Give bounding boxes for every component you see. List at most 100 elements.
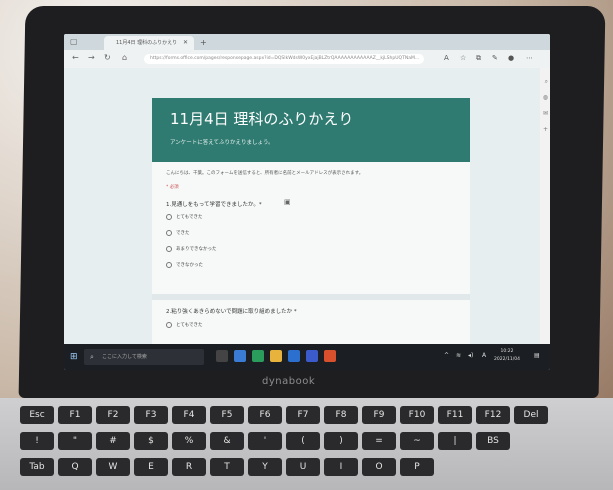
key[interactable]: "	[58, 432, 92, 450]
key[interactable]: R	[172, 458, 206, 476]
windows-start-icon[interactable]: ⊞	[70, 352, 78, 362]
key[interactable]: =	[362, 432, 396, 450]
key[interactable]: O	[362, 458, 396, 476]
key[interactable]: F2	[96, 406, 130, 424]
key[interactable]: F4	[172, 406, 206, 424]
more-menu-icon[interactable]: ⋯	[526, 54, 533, 62]
tab-title: 11月4日 理科のふりかえり	[116, 40, 178, 46]
radio-icon[interactable]	[166, 246, 172, 252]
option-label: できた	[176, 231, 190, 236]
radio-icon[interactable]	[166, 230, 172, 236]
chrome-icon[interactable]	[324, 350, 336, 362]
required-label: * 必須	[166, 185, 179, 190]
mail-icon[interactable]	[306, 350, 318, 362]
key[interactable]: (	[286, 432, 320, 450]
key[interactable]: Tab	[20, 458, 54, 476]
question-divider	[152, 294, 470, 300]
forward-icon[interactable]: →	[88, 53, 95, 62]
key[interactable]: F8	[324, 406, 358, 424]
search-icon: ⌕	[90, 353, 94, 361]
laptop-keyboard: Esc F1 F2 F3 F4 F5 F6 F7 F8 F9 F10 F11 F…	[0, 398, 613, 490]
form-notice: こんにちは、千葉。このフォームを送信すると、所有者に名前とメールアドレスが表示さ…	[166, 171, 364, 176]
key[interactable]: '	[248, 432, 282, 450]
key[interactable]: W	[96, 458, 130, 476]
q1-option-4[interactable]: できなかった	[166, 262, 203, 268]
home-icon[interactable]: ⌂	[122, 53, 127, 62]
profile-icon[interactable]: ●	[508, 54, 514, 62]
key-row-letters: Tab Q W E R T Y U I O P	[0, 458, 613, 480]
office-icon[interactable]: ◍	[543, 94, 548, 101]
refresh-icon[interactable]: ↻	[104, 53, 111, 62]
task-view-icon[interactable]	[216, 350, 228, 362]
search-icon[interactable]: ⌕	[545, 78, 548, 86]
key[interactable]: P	[400, 458, 434, 476]
key[interactable]: E	[134, 458, 168, 476]
key[interactable]: $	[134, 432, 168, 450]
edge-icon[interactable]	[252, 350, 264, 362]
key[interactable]: F1	[58, 406, 92, 424]
key[interactable]: |	[438, 432, 472, 450]
key[interactable]: ~	[400, 432, 434, 450]
q1-option-3[interactable]: あまりできなかった	[166, 246, 217, 252]
immersive-reader-icon[interactable]: ▣	[284, 198, 291, 206]
clock-date: 2022/11/04	[494, 357, 520, 362]
read-aloud-icon[interactable]: A	[444, 54, 449, 62]
key[interactable]: F3	[134, 406, 168, 424]
key[interactable]: )	[324, 432, 358, 450]
key[interactable]: Del	[514, 406, 548, 424]
browser-sidebar: ⌕ ◍ ✉ +	[540, 68, 550, 344]
network-icon[interactable]: ≋	[456, 352, 461, 359]
radio-icon[interactable]	[166, 262, 172, 268]
key[interactable]: T	[210, 458, 244, 476]
q2-option-1[interactable]: とてもできた	[166, 322, 202, 328]
file-explorer-icon[interactable]	[270, 350, 282, 362]
q1-option-2[interactable]: できた	[166, 230, 190, 236]
laptop-screen: ▢ 11月4日 理科のふりかえり ✕ + ← → ↻ ⌂ https://for…	[64, 34, 550, 370]
notification-icon[interactable]: ▤	[534, 352, 540, 359]
key[interactable]: Y	[248, 458, 282, 476]
option-label: とてもできた	[176, 323, 203, 328]
q1-option-1[interactable]: とてもできた	[166, 214, 202, 220]
ime-icon[interactable]: A	[482, 352, 486, 359]
url-field[interactable]: https://forms.office.com/pages/responsep…	[144, 54, 424, 64]
key[interactable]: #	[96, 432, 130, 450]
key-row-numbers: ! " # $ % & ' ( ) = ~ | BS	[0, 432, 613, 454]
key[interactable]: Esc	[20, 406, 54, 424]
radio-icon[interactable]	[166, 214, 172, 220]
key[interactable]: BS	[476, 432, 510, 450]
key[interactable]: %	[172, 432, 206, 450]
new-tab-icon[interactable]: +	[200, 36, 207, 50]
key[interactable]: I	[324, 458, 358, 476]
window-menu-icon[interactable]: ▢	[70, 37, 78, 46]
collections-icon[interactable]: ⧉	[476, 54, 481, 63]
favorite-icon[interactable]: ☆	[460, 54, 466, 62]
store-icon[interactable]	[288, 350, 300, 362]
radio-icon[interactable]	[166, 322, 172, 328]
add-icon[interactable]: +	[543, 126, 548, 133]
key[interactable]: Q	[58, 458, 92, 476]
back-icon[interactable]: ←	[72, 53, 79, 62]
key[interactable]: F5	[210, 406, 244, 424]
outlook-icon[interactable]: ✉	[543, 110, 548, 117]
volume-icon[interactable]: ◂)	[468, 352, 473, 359]
key[interactable]: F11	[438, 406, 472, 424]
key[interactable]: &	[210, 432, 244, 450]
question-2-title: 2.粘り強くあきらめないで問題に取り組めましたか *	[166, 309, 297, 315]
close-tab-icon[interactable]: ✕	[183, 36, 188, 50]
key[interactable]: F9	[362, 406, 396, 424]
address-bar-row: ← → ↻ ⌂ https://forms.office.com/pages/r…	[64, 50, 550, 68]
key[interactable]: U	[286, 458, 320, 476]
taskbar-clock[interactable]: 10:22 2022/11/04	[494, 348, 520, 364]
key[interactable]: F10	[400, 406, 434, 424]
form-body: こんにちは、千葉。このフォームを送信すると、所有者に名前とメールアドレスが表示さ…	[152, 162, 470, 344]
key[interactable]: F12	[476, 406, 510, 424]
key[interactable]: F6	[248, 406, 282, 424]
windows-taskbar: ⊞ ここに入力して検索 ⌕ ^ ≋ ◂) A 10:22 2022/11/04 …	[64, 344, 550, 370]
extensions-icon[interactable]: ✎	[492, 54, 498, 62]
key[interactable]: !	[20, 432, 54, 450]
key[interactable]: F7	[286, 406, 320, 424]
taskbar-search-box[interactable]: ここに入力して検索	[84, 349, 204, 365]
tray-chevron-icon[interactable]: ^	[444, 352, 449, 359]
browser-tab[interactable]: 11月4日 理科のふりかえり	[104, 36, 194, 50]
cortana-icon[interactable]	[234, 350, 246, 362]
